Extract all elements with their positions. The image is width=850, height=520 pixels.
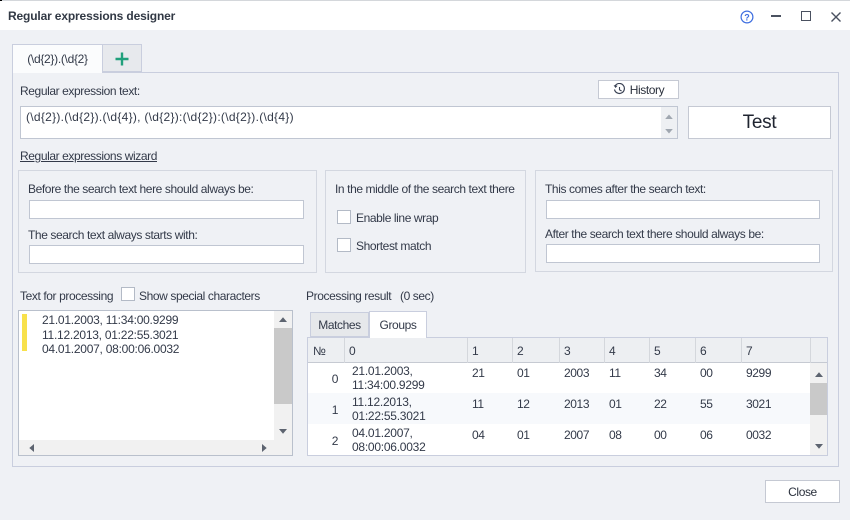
svg-text:?: ? (744, 12, 750, 22)
